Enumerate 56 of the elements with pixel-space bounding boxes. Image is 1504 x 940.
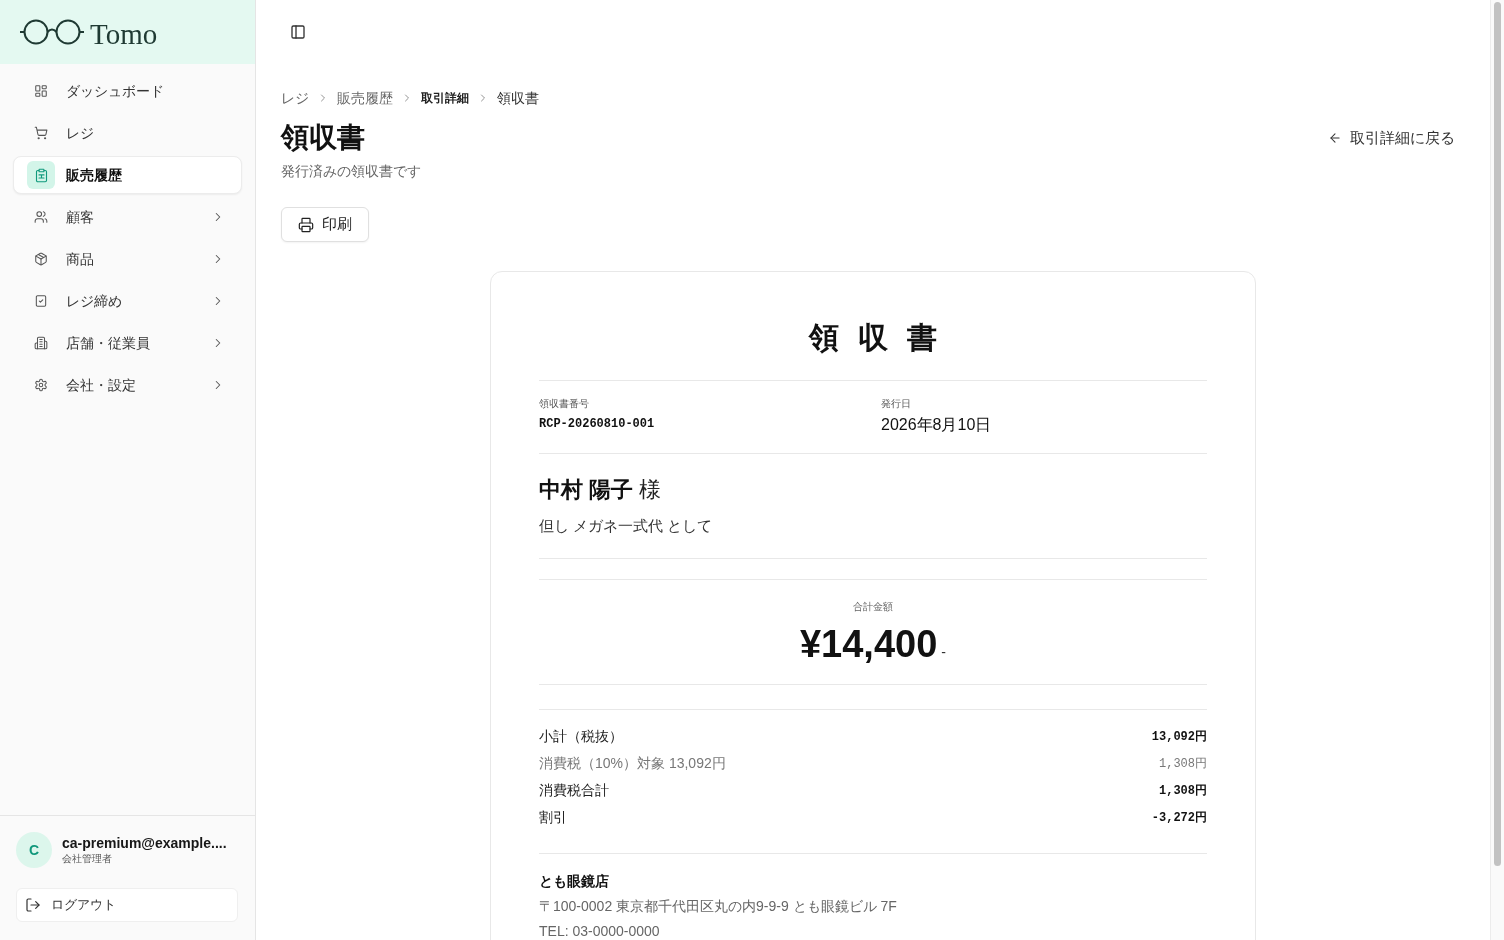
box-icon bbox=[34, 252, 48, 266]
breadcrumb-link[interactable]: レジ bbox=[281, 88, 309, 108]
nav-item[interactable]: 販売履歴 bbox=[13, 156, 242, 194]
nav-item[interactable]: ダッシュボード bbox=[13, 72, 242, 110]
total-amount: ¥14,400 bbox=[799, 622, 938, 666]
scrollbar-thumb[interactable] bbox=[1494, 2, 1501, 866]
breadcrumb-link[interactable]: 取引詳細 bbox=[421, 88, 469, 108]
page-subtitle: 発行済みの領収書です bbox=[281, 162, 422, 181]
purpose-text: 但し メガネ一式代 として bbox=[539, 516, 714, 536]
user-role: 会社管理者 bbox=[62, 852, 113, 866]
user-avatar: C bbox=[16, 832, 52, 868]
clipboard-tile-icon bbox=[27, 161, 55, 189]
glasses-icon bbox=[20, 19, 84, 45]
nav-item[interactable]: レジ締め bbox=[13, 282, 242, 320]
breakdown-value: 13,092円 bbox=[1151, 728, 1207, 746]
store-address: 〒100-0002 東京都千代田区丸の内9-9-9 とも眼鏡ビル 7F bbox=[539, 897, 898, 916]
breakdown-value: 1,308円 bbox=[1159, 755, 1207, 773]
gear-icon bbox=[34, 378, 48, 392]
breakdown-label: 消費税合計 bbox=[539, 781, 609, 800]
building-icon bbox=[34, 336, 48, 350]
breakdown-label: 割引 bbox=[539, 808, 567, 827]
field-value: 2026年8月10日 bbox=[881, 415, 993, 435]
cart-icon bbox=[34, 126, 48, 140]
store-phone: TEL: 03-0000-0000 bbox=[539, 922, 661, 940]
page-title: 領収書 bbox=[281, 121, 365, 155]
scrollbar-track[interactable] bbox=[1490, 0, 1504, 940]
field-label: 領収書番号 bbox=[539, 397, 590, 411]
printer-icon bbox=[298, 216, 314, 233]
nav-item[interactable]: レジ bbox=[13, 114, 242, 152]
logo-text: Tomo bbox=[90, 16, 158, 51]
back-link[interactable]: 取引詳細に戻る bbox=[1328, 128, 1455, 148]
breakdown-value: -3,272円 bbox=[1151, 809, 1207, 827]
nav-item[interactable]: 店舗・従業員 bbox=[13, 324, 242, 362]
logout-button[interactable]: ログアウト bbox=[16, 888, 238, 922]
breakdown-label: 消費税（10%）対象 13,092円 bbox=[539, 754, 726, 773]
grid-icon bbox=[34, 84, 48, 98]
field-label: 発行日 bbox=[881, 397, 912, 411]
field-value: RCP-20260810-001 bbox=[539, 416, 656, 433]
checklist-icon bbox=[34, 294, 48, 308]
breakdown-label: 小計（税抜） bbox=[539, 727, 623, 746]
exit-icon bbox=[25, 897, 41, 913]
nav-item[interactable]: 会社・設定 bbox=[13, 366, 242, 404]
amount-suffix: - bbox=[941, 644, 946, 660]
store-name: とも眼鏡店 bbox=[539, 872, 610, 891]
people-icon bbox=[34, 210, 48, 224]
panel-icon bbox=[290, 24, 306, 40]
breakdown-value: 1,308円 bbox=[1159, 782, 1207, 800]
breadcrumb-current: 領収書 bbox=[497, 89, 539, 108]
total-label: 合計金額 bbox=[853, 600, 893, 614]
receipt-title: 領 収 書 bbox=[807, 320, 938, 356]
nav-item[interactable]: 商品 bbox=[13, 240, 242, 278]
user-email: ca-premium@example.... bbox=[62, 834, 227, 852]
print-button[interactable]: 印刷 bbox=[281, 207, 369, 242]
recipient-name: 中村 陽子 様 bbox=[539, 476, 663, 504]
breadcrumb-link[interactable]: 販売履歴 bbox=[337, 88, 393, 108]
nav-item[interactable]: 顧客 bbox=[13, 198, 242, 236]
